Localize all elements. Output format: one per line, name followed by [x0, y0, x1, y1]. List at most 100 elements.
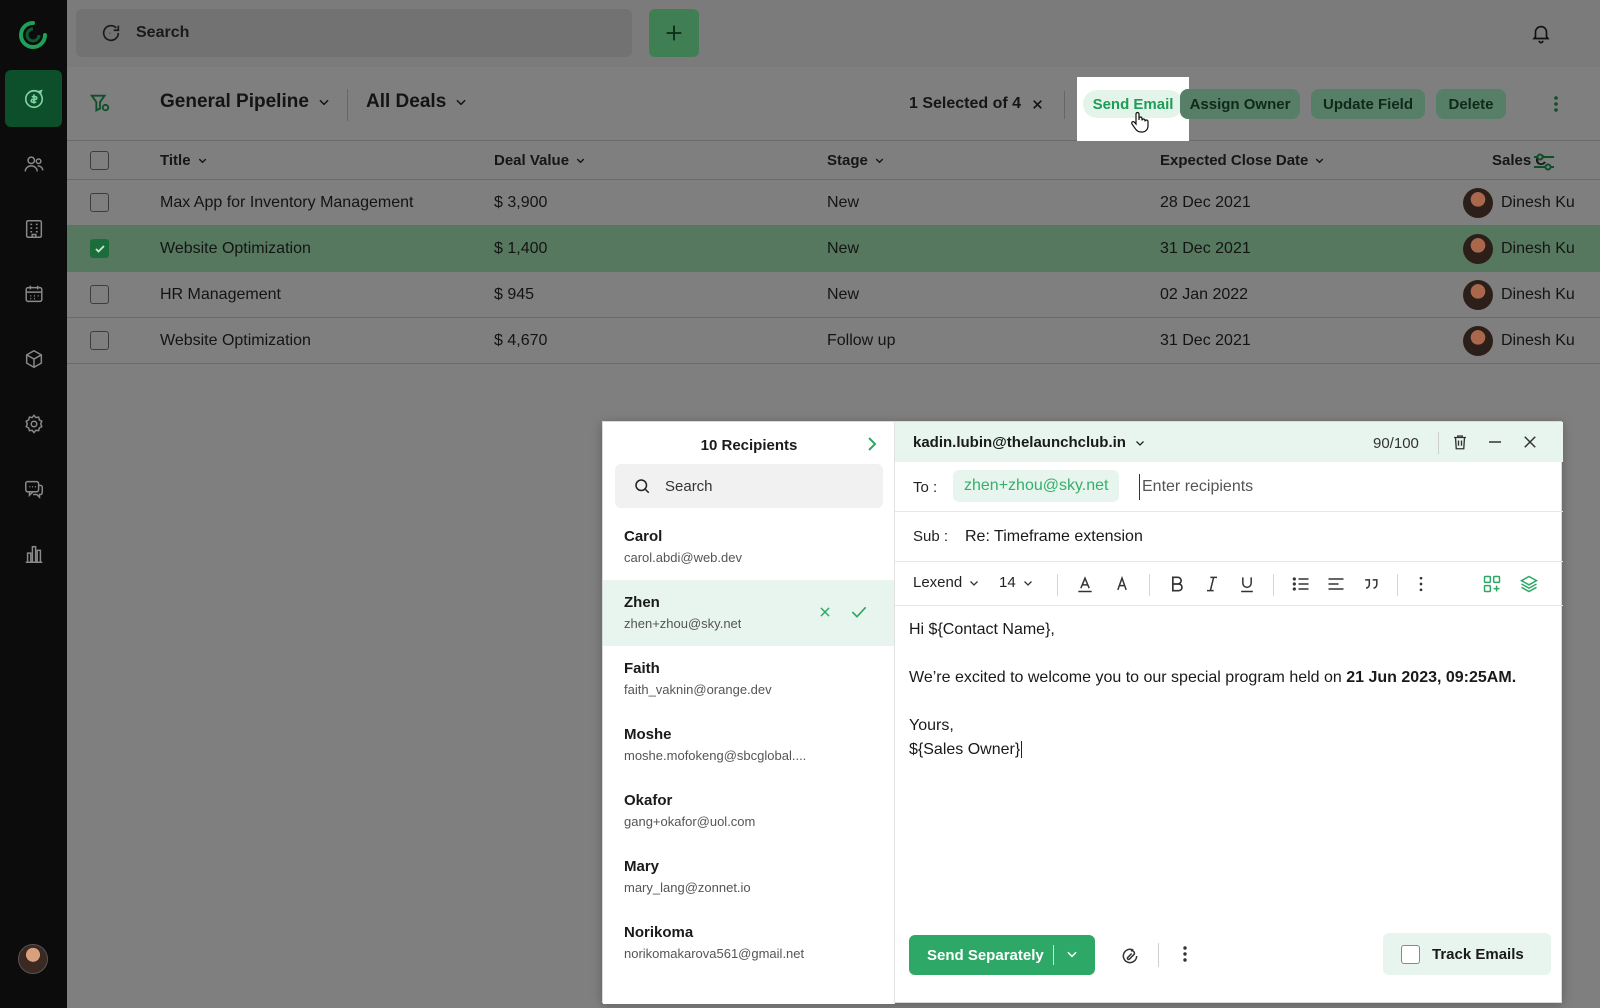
app-logo — [19, 21, 47, 49]
sidebar-item-companies[interactable] — [5, 200, 62, 257]
row-checkbox[interactable] — [90, 239, 109, 258]
recipients-search-input[interactable] — [665, 477, 865, 495]
recipient-item[interactable]: Carol carol.abdi@web.dev — [603, 514, 894, 580]
recipient-name: Moshe — [624, 726, 672, 743]
more-vertical-icon[interactable] — [1411, 574, 1431, 594]
editor-footer: Send Separately Track Emails — [895, 927, 1563, 987]
send-separately-label: Send Separately — [927, 946, 1044, 964]
table-row[interactable]: Max App for Inventory Management $ 3,900… — [67, 180, 1600, 226]
track-emails-checkbox[interactable] — [1401, 944, 1420, 964]
check-icon[interactable] — [851, 605, 867, 619]
column-stage[interactable]: Stage — [827, 152, 885, 169]
recipient-email: gang+okafor@uol.com — [624, 814, 756, 829]
template-grid-icon[interactable] — [1482, 574, 1502, 594]
italic-icon[interactable] — [1202, 574, 1222, 594]
chevron-down-icon[interactable] — [1065, 947, 1079, 961]
text-color-icon[interactable] — [1075, 574, 1095, 594]
sidebar-item-chat[interactable] — [5, 460, 62, 517]
deal-title[interactable]: Website Optimization — [160, 240, 311, 258]
deal-stage: New — [827, 194, 860, 211]
divider — [1438, 432, 1439, 454]
sidebar-item-reports[interactable] — [5, 525, 62, 582]
table-row[interactable]: HR Management $ 945 New 02 Jan 2022 Dine… — [67, 272, 1600, 318]
recipients-search[interactable] — [615, 464, 883, 508]
pipeline-dropdown[interactable]: General Pipeline — [160, 91, 331, 113]
table-row[interactable]: Website Optimization $ 1,400 New 31 Dec … — [67, 226, 1600, 272]
more-vertical-icon[interactable] — [1182, 945, 1188, 963]
sidebar-item-deals[interactable] — [5, 70, 62, 127]
recipient-item[interactable]: Mary mary_lang@zonnet.io — [603, 844, 894, 910]
email-body[interactable]: Hi ${Contact Name}, We’re excited to wel… — [909, 618, 1549, 762]
chevron-right-icon[interactable] — [867, 437, 877, 451]
close-icon[interactable] — [818, 605, 832, 619]
recipient-chip[interactable]: zhen+zhou@sky.net — [953, 470, 1120, 502]
align-left-icon[interactable] — [1326, 574, 1346, 594]
add-button[interactable] — [649, 9, 699, 57]
send-separately-button[interactable]: Send Separately — [909, 935, 1095, 975]
row-checkbox[interactable] — [90, 285, 109, 304]
recipient-name: Okafor — [624, 792, 673, 809]
sidebar-item-settings[interactable] — [5, 395, 62, 452]
sidebar-item-contacts[interactable] — [5, 135, 62, 192]
deal-owner: Dinesh Ku — [1501, 194, 1575, 211]
font-size-value: 14 — [999, 574, 1016, 591]
send-counter: 90/100 — [1373, 435, 1419, 452]
column-settings-icon[interactable] — [1532, 152, 1556, 172]
close-icon[interactable] — [1521, 433, 1539, 451]
body-signature-text: ${Sales Owner} — [909, 741, 1021, 758]
divider — [1273, 574, 1274, 596]
to-recipients-input[interactable] — [1139, 474, 1539, 500]
column-title[interactable]: Title — [160, 152, 208, 169]
underline-icon[interactable] — [1237, 574, 1257, 594]
chevron-down-icon — [319, 99, 329, 106]
recipient-item[interactable]: Zhen zhen+zhou@sky.net — [603, 580, 894, 646]
deal-title[interactable]: HR Management — [160, 286, 281, 304]
column-deal-value-label: Deal Value — [494, 152, 570, 169]
bell-icon[interactable] — [1530, 22, 1552, 44]
recipient-item[interactable]: Norikoma norikomakarova561@gmail.net — [603, 910, 894, 976]
deal-title[interactable]: Max App for Inventory Management — [160, 194, 413, 212]
row-checkbox[interactable] — [90, 193, 109, 212]
recipient-item[interactable]: Okafor gang+okafor@uol.com — [603, 778, 894, 844]
select-all-checkbox[interactable] — [90, 151, 109, 170]
trash-icon[interactable] — [1451, 433, 1469, 451]
sidebar-item-products[interactable] — [5, 330, 62, 387]
assign-owner-button[interactable]: Assign Owner — [1180, 89, 1300, 119]
from-account-dropdown[interactable]: kadin.lubin@thelaunchclub.in — [913, 434, 1146, 451]
more-vertical-icon[interactable] — [1553, 95, 1559, 113]
deals-icon — [24, 88, 43, 108]
pipeline-label: General Pipeline — [160, 91, 309, 112]
update-field-button[interactable]: Update Field — [1311, 89, 1425, 119]
column-expected-close[interactable]: Expected Close Date — [1160, 152, 1325, 169]
column-deal-value[interactable]: Deal Value — [494, 152, 586, 169]
quote-icon[interactable] — [1361, 574, 1381, 594]
global-search[interactable]: Search — [76, 9, 632, 57]
deal-value: $ 1,400 — [494, 240, 548, 257]
filter-icon[interactable] — [89, 92, 111, 114]
recipient-item[interactable]: Faith faith_vaknin@orange.dev — [603, 646, 894, 712]
minimize-icon[interactable] — [1486, 433, 1504, 451]
body-closing: Yours, — [909, 717, 954, 734]
subject-input[interactable]: Re: Timeframe extension — [965, 528, 1143, 546]
global-search-placeholder: Search — [136, 24, 190, 41]
track-emails-toggle[interactable]: Track Emails — [1383, 933, 1551, 975]
row-checkbox[interactable] — [90, 331, 109, 350]
column-title-label: Title — [160, 152, 191, 169]
delete-button[interactable]: Delete — [1436, 89, 1506, 119]
attachment-icon[interactable] — [1120, 946, 1140, 966]
font-size-dropdown[interactable]: 14 — [999, 574, 1034, 591]
bold-icon[interactable] — [1167, 574, 1187, 594]
chat-icon — [24, 480, 43, 499]
view-dropdown[interactable]: All Deals — [366, 91, 468, 113]
layers-icon[interactable] — [1519, 574, 1539, 594]
user-avatar[interactable] — [18, 944, 48, 974]
recipient-item[interactable]: Moshe moshe.mofokeng@sbcglobal.... — [603, 712, 894, 778]
table-row[interactable]: Website Optimization $ 4,670 Follow up 3… — [67, 318, 1600, 364]
font-family-dropdown[interactable]: Lexend — [913, 574, 980, 591]
sidebar-item-calendar[interactable] — [5, 265, 62, 322]
close-icon[interactable] — [1031, 98, 1044, 111]
highlight-color-icon[interactable] — [1112, 574, 1132, 594]
deal-title[interactable]: Website Optimization — [160, 332, 311, 350]
bullet-list-icon[interactable] — [1291, 574, 1311, 594]
